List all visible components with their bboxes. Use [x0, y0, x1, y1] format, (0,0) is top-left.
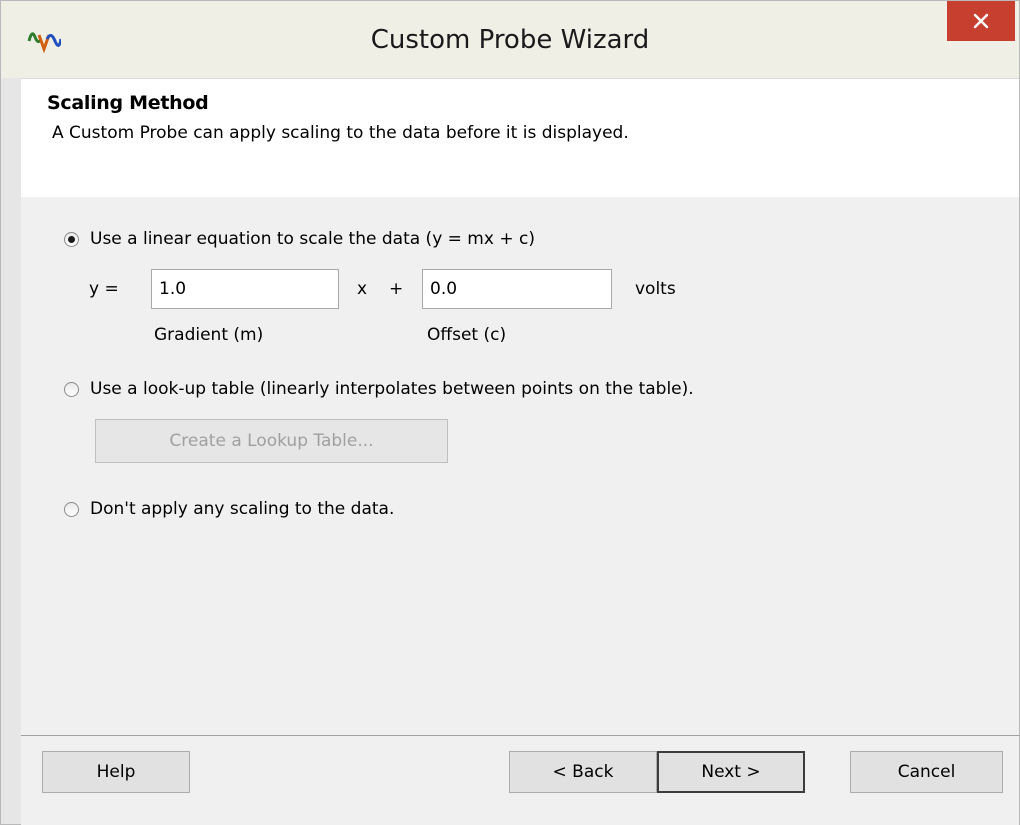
back-button[interactable]: < Back [509, 751, 657, 793]
gradient-input[interactable] [151, 269, 339, 309]
close-icon [973, 13, 989, 29]
y-equals-label: y = [89, 279, 119, 299]
page-title: Scaling Method [47, 92, 209, 114]
offset-caption: Offset (c) [427, 325, 507, 345]
no-scaling-label: Don't apply any scaling to the data. [90, 499, 395, 519]
lookup-radio[interactable] [64, 381, 79, 397]
lookup-label: Use a look-up table (linearly interpolat… [90, 379, 694, 399]
window-title: Custom Probe Wizard [370, 25, 650, 55]
linear-label: Use a linear equation to scale the data … [90, 229, 535, 249]
wizard-footer: Help < Back Next > Cancel [21, 735, 1019, 825]
wizard-header: Scaling Method A Custom Probe can apply … [21, 78, 1019, 198]
close-button[interactable] [947, 1, 1015, 41]
cancel-button[interactable]: Cancel [850, 751, 1003, 793]
no-scaling-radio[interactable] [64, 501, 79, 517]
next-button[interactable]: Next > [657, 751, 805, 793]
option-linear[interactable]: Use a linear equation to scale the data … [64, 229, 535, 249]
volts-label: volts [635, 279, 676, 299]
option-lookup[interactable]: Use a look-up table (linearly interpolat… [64, 379, 694, 399]
wizard-window: Custom Probe Wizard Scaling Method A Cus… [0, 0, 1020, 825]
help-button[interactable]: Help [42, 751, 190, 793]
plus-label: + [389, 279, 404, 299]
x-label: x [357, 279, 368, 299]
gradient-caption: Gradient (m) [154, 325, 264, 345]
create-lookup-table-button[interactable]: Create a Lookup Table... [95, 419, 448, 463]
option-no-scaling[interactable]: Don't apply any scaling to the data. [64, 499, 394, 519]
offset-input[interactable] [422, 269, 612, 309]
title-bar[interactable]: Custom Probe Wizard [1, 1, 1019, 78]
page-description: A Custom Probe can apply scaling to the … [52, 123, 629, 143]
linear-radio[interactable] [64, 231, 79, 247]
wizard-content: Use a linear equation to scale the data … [21, 197, 1019, 735]
